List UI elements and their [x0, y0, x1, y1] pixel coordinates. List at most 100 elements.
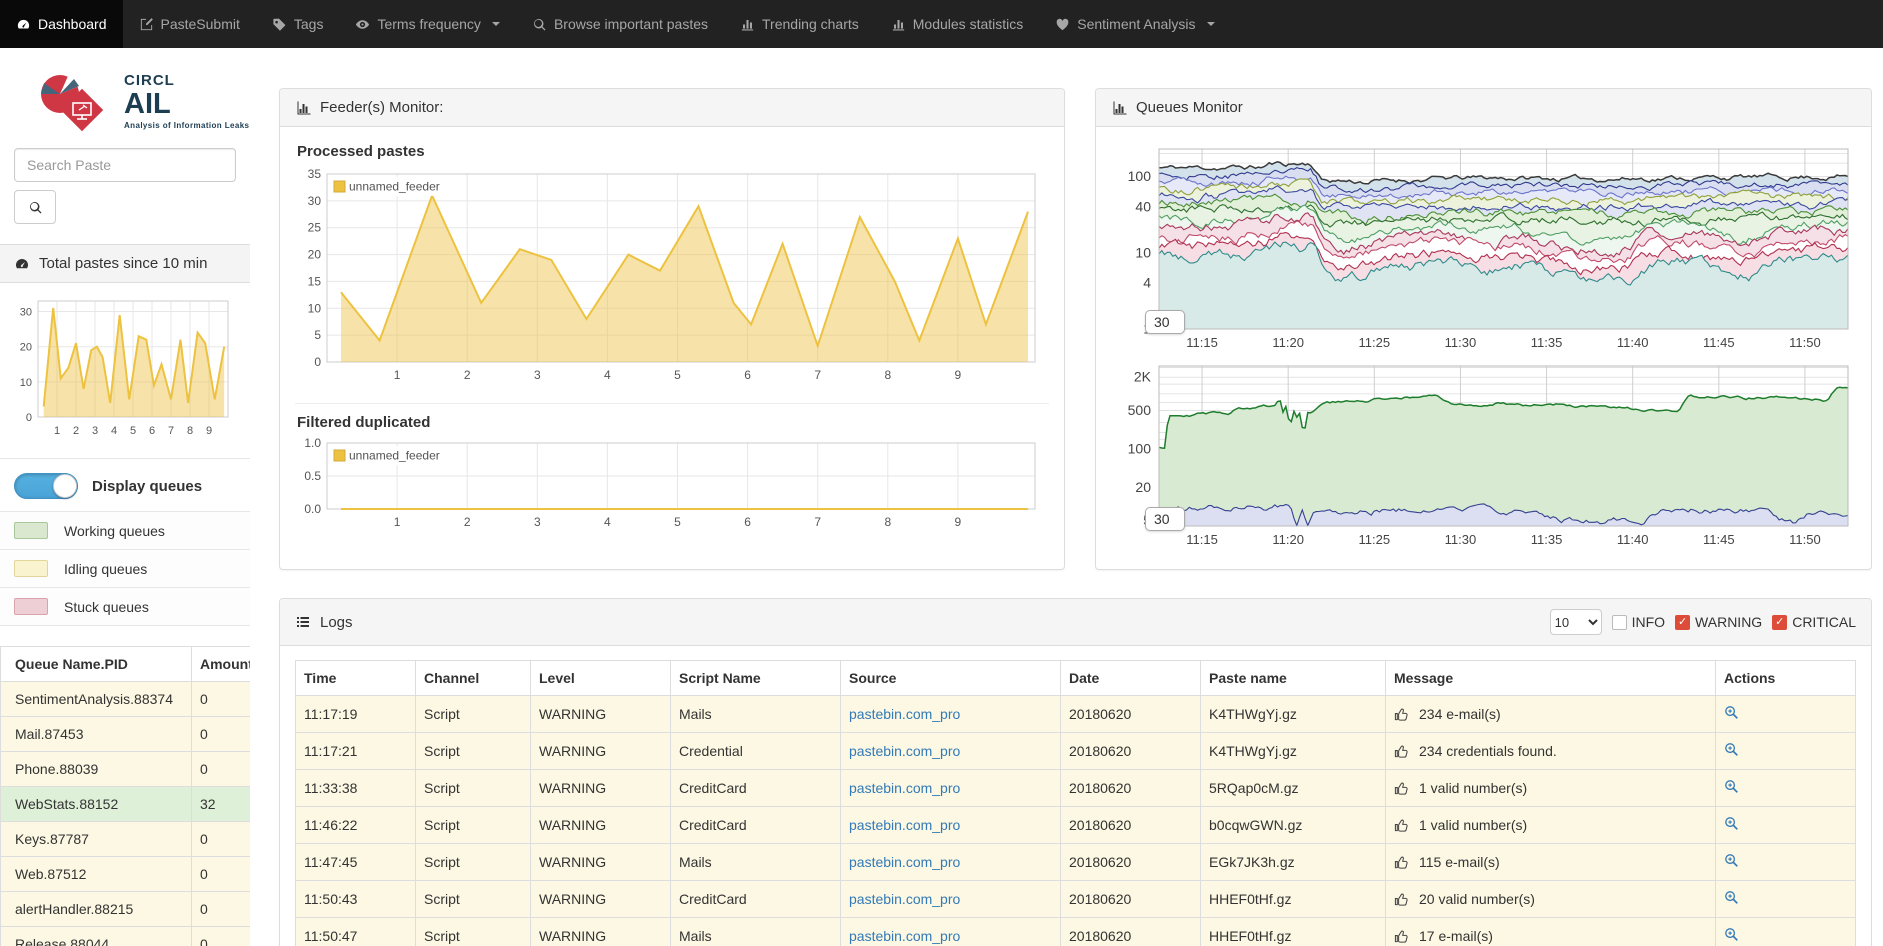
svg-text:1: 1: [394, 515, 401, 529]
log-date: 20180620: [1061, 696, 1201, 733]
log-source-link[interactable]: pastebin.com_pro: [849, 780, 960, 796]
log-filter-label: CRITICAL: [1792, 614, 1856, 630]
nav-label: Browse important pastes: [554, 16, 708, 32]
logo-tagline: Analysis of Information Leaks: [124, 122, 249, 130]
queue-amount: 0: [192, 822, 251, 857]
logs-header: Time: [296, 661, 416, 696]
svg-text:3: 3: [534, 368, 541, 382]
queue-name: Release.88044: [1, 927, 192, 946]
queue-amount: 0: [192, 892, 251, 927]
queue-row: Phone.880390: [1, 752, 251, 787]
logo-org: CIRCL: [124, 73, 249, 88]
svg-text:7: 7: [814, 515, 821, 529]
logs-header: Date: [1061, 661, 1201, 696]
queues-count-range-input[interactable]: 30: [1145, 310, 1185, 334]
queue-table: Queue Name.PID Amount SentimentAnalysis.…: [0, 646, 250, 946]
log-source-link[interactable]: pastebin.com_pro: [849, 928, 960, 944]
checkbox-critical[interactable]: ✓: [1772, 615, 1787, 630]
search-paste-button[interactable]: [14, 190, 56, 224]
log-source-link[interactable]: pastebin.com_pro: [849, 706, 960, 722]
log-row: 11:50:43ScriptWARNINGCreditCardpastebin.…: [296, 881, 1856, 918]
log-source-link[interactable]: pastebin.com_pro: [849, 854, 960, 870]
log-view-action[interactable]: [1724, 927, 1739, 945]
log-script-name: CreditCard: [671, 807, 841, 844]
log-paste-name: 5RQap0cM.gz: [1201, 770, 1386, 807]
log-view-action[interactable]: [1724, 742, 1739, 760]
svg-text:4: 4: [1143, 275, 1151, 291]
legend-swatch: [14, 560, 48, 577]
queue-table-header-name: Queue Name.PID: [1, 647, 192, 682]
nav-terms-frequency[interactable]: Terms frequency: [339, 0, 515, 48]
log-view-action[interactable]: [1724, 705, 1739, 723]
queues-size-chart: 11:1511:2011:2511:3011:3511:4011:4511:50…: [1111, 362, 1856, 552]
nav-trending-charts[interactable]: Trending charts: [724, 0, 875, 48]
nav-modules-statistics[interactable]: Modules statistics: [875, 0, 1039, 48]
log-row: 11:17:19ScriptWARNINGMailspastebin.com_p…: [296, 696, 1856, 733]
display-queues-toggle[interactable]: [14, 473, 78, 499]
svg-text:10: 10: [20, 377, 32, 389]
thumbs-up-icon: [1394, 892, 1409, 907]
log-script-name: Mails: [671, 696, 841, 733]
log-view-action[interactable]: [1724, 890, 1739, 908]
log-source-link[interactable]: pastebin.com_pro: [849, 817, 960, 833]
logs-header: Message: [1386, 661, 1716, 696]
tag-icon: [272, 17, 287, 32]
log-time: 11:17:21: [296, 733, 416, 770]
checkbox-warning[interactable]: ✓: [1675, 615, 1690, 630]
svg-text:5: 5: [314, 328, 321, 342]
log-source-link[interactable]: pastebin.com_pro: [849, 743, 960, 759]
nav-dashboard[interactable]: Dashboard: [0, 0, 123, 48]
queues-panel-title: Queues Monitor: [1136, 99, 1243, 116]
logs-panel: Logs 10 INFO✓WARNING✓CRITICAL TimeChanne…: [279, 598, 1872, 946]
search-icon: [28, 200, 43, 215]
svg-text:11:40: 11:40: [1617, 532, 1649, 547]
svg-text:30: 30: [20, 307, 32, 319]
queues-size-range-input[interactable]: 30: [1145, 507, 1185, 531]
log-view-action[interactable]: [1724, 779, 1739, 797]
svg-text:11:45: 11:45: [1703, 532, 1735, 547]
log-time: 11:47:45: [296, 844, 416, 881]
log-script-name: CreditCard: [671, 770, 841, 807]
nav-tags[interactable]: Tags: [256, 0, 340, 48]
svg-text:7: 7: [168, 425, 174, 437]
bar-chart-icon: [295, 100, 311, 116]
logs-page-size-select[interactable]: 10: [1550, 609, 1602, 635]
log-channel: Script: [416, 807, 531, 844]
nav-pastesubmit[interactable]: PasteSubmit: [123, 0, 256, 48]
queue-name: Phone.88039: [1, 752, 192, 787]
svg-text:10: 10: [308, 301, 322, 315]
svg-text:2: 2: [73, 425, 79, 437]
filtered-duplicated-title: Filtered duplicated: [297, 414, 1049, 431]
search-icon: [532, 17, 547, 32]
log-script-name: CreditCard: [671, 881, 841, 918]
log-paste-name: EGk7JK3h.gz: [1201, 844, 1386, 881]
logs-table-body: 11:17:19 ScriptWARNING Mails pastebin.com_p…: [296, 696, 1856, 946]
svg-text:1: 1: [394, 368, 401, 382]
log-level: WARNING: [531, 844, 671, 881]
log-message: 234 e-mail(s): [1386, 696, 1716, 733]
bar-chart-icon: [740, 17, 755, 32]
log-view-action[interactable]: [1724, 853, 1739, 871]
search-plus-icon: [1724, 853, 1739, 868]
log-view-action[interactable]: [1724, 816, 1739, 834]
nav-sentiment-analysis[interactable]: Sentiment Analysis: [1039, 0, 1230, 48]
queue-amount: 32: [192, 787, 251, 822]
search-paste-input[interactable]: [14, 148, 236, 182]
log-source-link[interactable]: pastebin.com_pro: [849, 891, 960, 907]
svg-text:8: 8: [187, 425, 193, 437]
log-date: 20180620: [1061, 770, 1201, 807]
thumbs-up-icon: [1394, 818, 1409, 833]
svg-text:0: 0: [314, 355, 321, 369]
nav-browse-important-pastes[interactable]: Browse important pastes: [516, 0, 724, 48]
log-filter-warning: ✓WARNING: [1675, 614, 1762, 630]
svg-text:2: 2: [464, 368, 471, 382]
svg-text:9: 9: [955, 515, 962, 529]
checkbox-info[interactable]: [1612, 615, 1627, 630]
caret-down-icon: [492, 22, 500, 26]
log-time: 11:17:19: [296, 696, 416, 733]
legend-item: Working queues: [0, 512, 250, 550]
queue-row: Keys.877870: [1, 822, 251, 857]
log-message: 115 e-mail(s): [1386, 844, 1716, 881]
queue-name: SentimentAnalysis.88374: [1, 682, 192, 717]
processed-pastes-title: Processed pastes: [297, 143, 1049, 160]
